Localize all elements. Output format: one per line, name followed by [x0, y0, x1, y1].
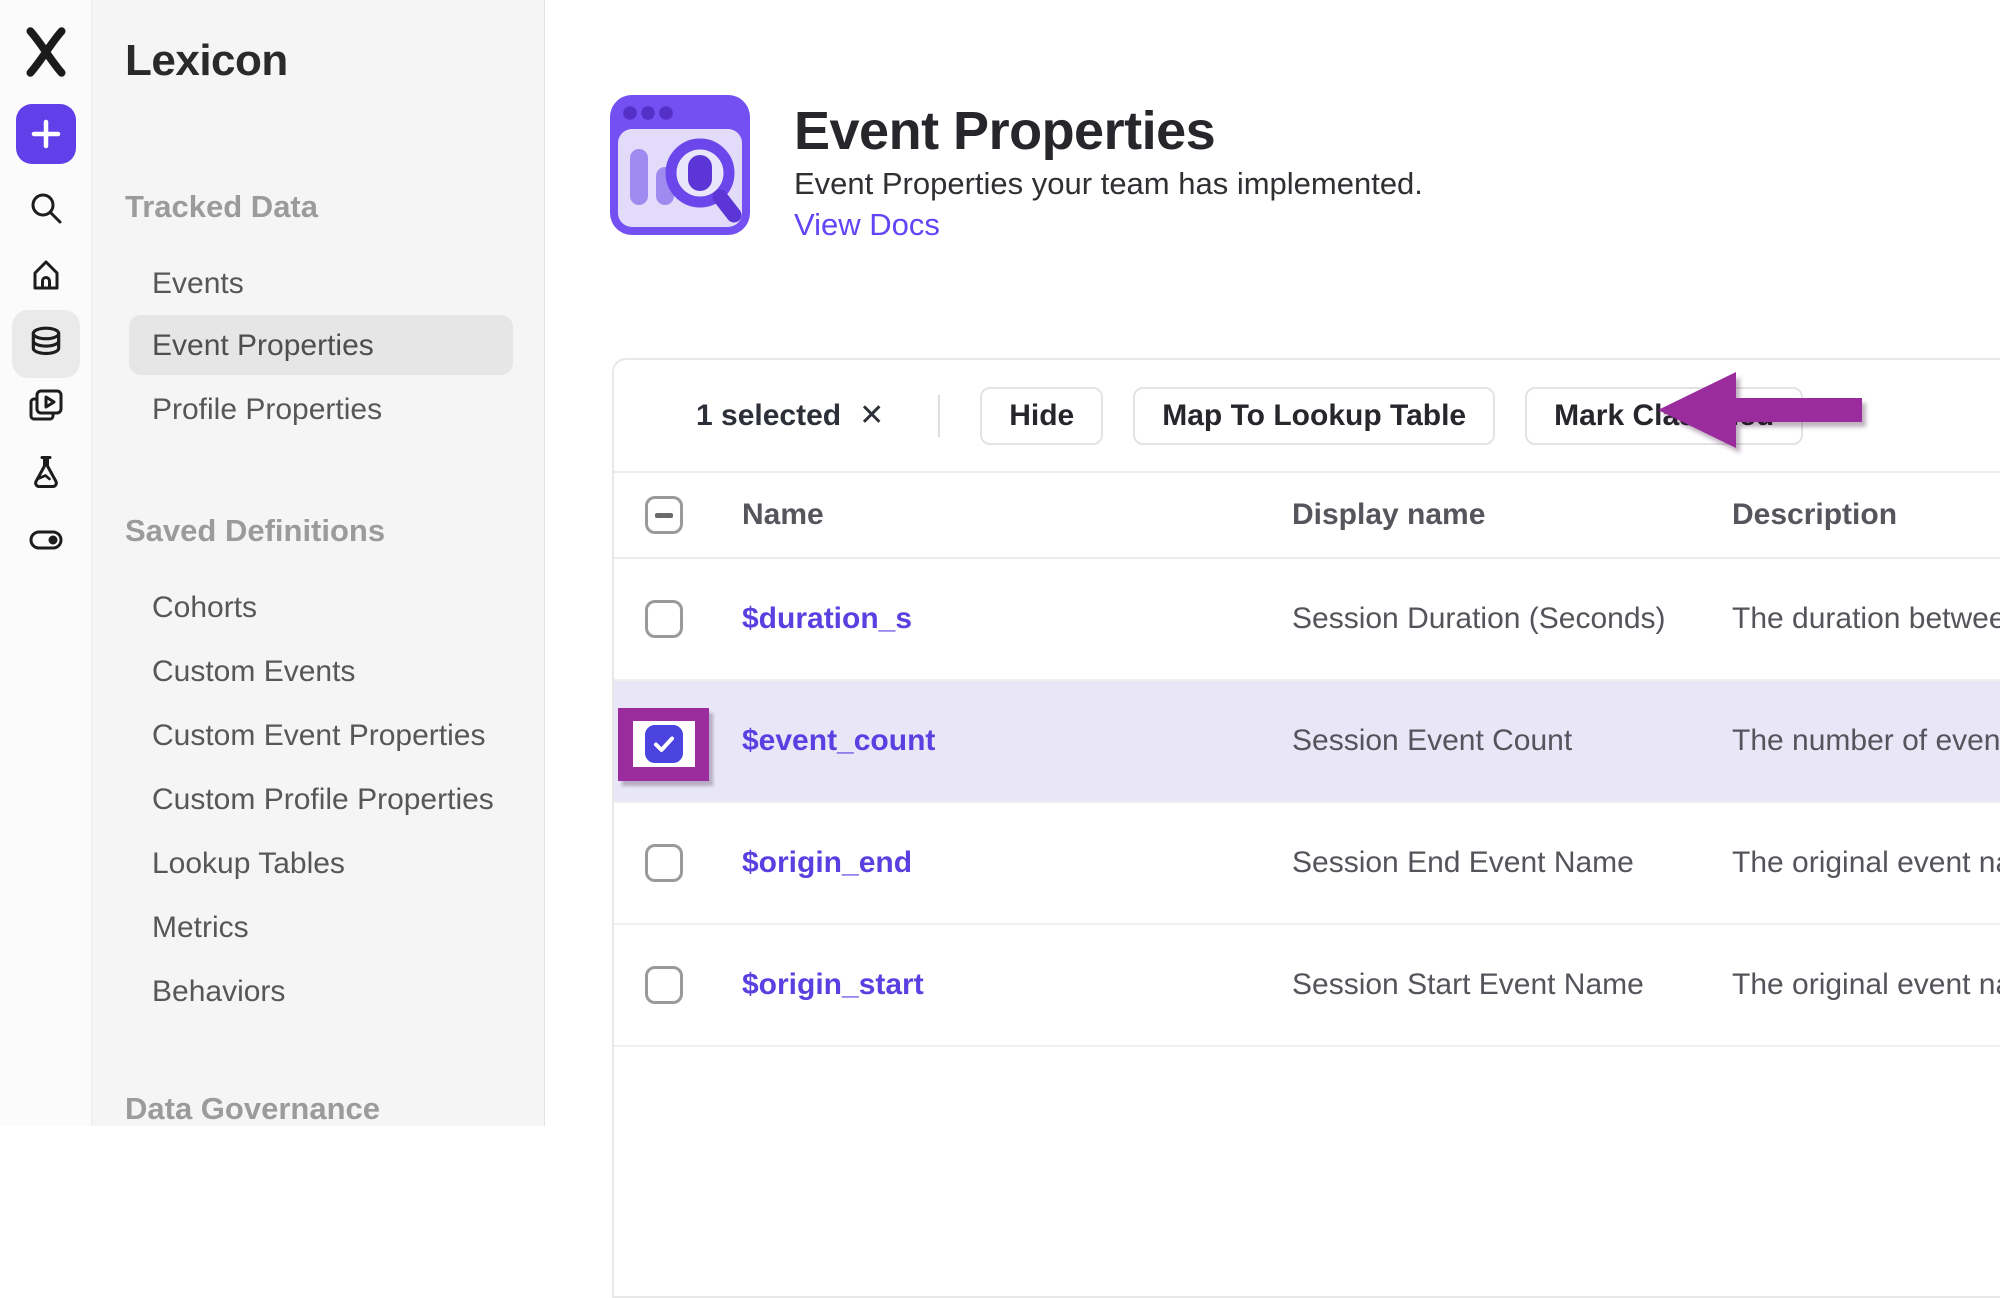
display-name-cell: Session Duration (Seconds): [1292, 602, 1732, 636]
page-subtitle: Event Properties your team has implement…: [794, 166, 1423, 202]
select-all-checkbox-indeterminate[interactable]: [645, 496, 683, 534]
annotation-box-inner: [633, 721, 695, 767]
search-icon[interactable]: [28, 190, 64, 226]
section-header-tracked-data: Tracked Data: [125, 189, 318, 225]
description-cell: The original event name: [1732, 968, 2000, 1002]
section-header-saved-definitions: Saved Definitions: [125, 513, 385, 549]
sidebar-item-metrics[interactable]: Metrics: [152, 911, 249, 945]
mark-classified-button[interactable]: Mark Classified: [1525, 387, 1803, 445]
property-name-link[interactable]: $event_count: [742, 724, 1292, 758]
selection-summary: 1 selected ✕: [696, 398, 884, 433]
event-properties-app-icon: [610, 95, 750, 235]
sidebar-item-profile-properties[interactable]: Profile Properties: [152, 393, 382, 427]
sidebar-item-custom-events[interactable]: Custom Events: [152, 655, 355, 689]
plus-icon: [31, 119, 61, 149]
row-checkbox[interactable]: [645, 966, 683, 1004]
sidebar-item-custom-profile-properties[interactable]: Custom Profile Properties: [152, 783, 494, 817]
property-name-link[interactable]: $origin_start: [742, 968, 1292, 1002]
description-cell: The duration between: [1732, 602, 2000, 636]
event-properties-table-card: 1 selected ✕ Hide Map To Lookup Table Ma…: [612, 358, 2000, 1298]
feature-toggle-icon[interactable]: [28, 522, 64, 558]
experiments-flask-icon[interactable]: [28, 454, 64, 490]
sidebar-title: Lexicon: [125, 36, 288, 86]
section-header-data-governance: Data Governance: [125, 1091, 380, 1127]
clear-selection-icon[interactable]: ✕: [859, 398, 884, 433]
sidebar-item-custom-event-properties[interactable]: Custom Event Properties: [152, 719, 485, 753]
table-row[interactable]: $duration_s Session Duration (Seconds) T…: [614, 559, 2000, 681]
create-plus-button[interactable]: [16, 104, 76, 164]
page-title: Event Properties: [794, 100, 1215, 162]
column-header-name[interactable]: Name: [742, 498, 1292, 532]
database-icon: [27, 325, 65, 363]
view-docs-link[interactable]: View Docs: [794, 207, 940, 243]
selection-toolbar: 1 selected ✕ Hide Map To Lookup Table Ma…: [614, 360, 2000, 473]
sidebar-item-behaviors[interactable]: Behaviors: [152, 975, 285, 1009]
hide-button[interactable]: Hide: [980, 387, 1103, 445]
table-row-selected[interactable]: $event_count Session Event Count The num…: [614, 681, 2000, 803]
display-name-cell: Session Start Event Name: [1292, 968, 1732, 1002]
sidebar-item-events[interactable]: Events: [152, 267, 244, 301]
description-cell: The number of events: [1732, 724, 2000, 758]
row-checkbox-checked[interactable]: [645, 725, 683, 763]
property-name-link[interactable]: $duration_s: [742, 602, 1292, 636]
display-name-cell: Session Event Count: [1292, 724, 1732, 758]
table-row[interactable]: $origin_end Session End Event Name The o…: [614, 803, 2000, 925]
sidebar-item-event-properties[interactable]: Event Properties: [129, 315, 513, 375]
toolbar-divider: [938, 395, 940, 437]
boards-icon[interactable]: [28, 388, 64, 424]
column-header-display-name[interactable]: Display name: [1292, 498, 1732, 532]
sidebar-item-label: Event Properties: [152, 329, 374, 363]
table-row[interactable]: $origin_start Session Start Event Name T…: [614, 925, 2000, 1047]
sidebar-item-cohorts[interactable]: Cohorts: [152, 591, 257, 625]
table-header-row: Name Display name Description: [614, 473, 2000, 559]
display-name-cell: Session End Event Name: [1292, 846, 1732, 880]
lexicon-sidebar: Lexicon Tracked Data Events Event Proper…: [92, 0, 545, 1126]
sidebar-item-lookup-tables[interactable]: Lookup Tables: [152, 847, 345, 881]
mixpanel-logo-icon[interactable]: [20, 26, 72, 78]
check-icon: [651, 731, 677, 757]
map-to-lookup-table-button[interactable]: Map To Lookup Table: [1133, 387, 1495, 445]
column-header-description[interactable]: Description: [1732, 498, 2000, 532]
annotation-highlight-box: [618, 708, 709, 781]
home-icon[interactable]: [28, 258, 64, 294]
icon-rail: [0, 0, 92, 1126]
property-name-link[interactable]: $origin_end: [742, 846, 1292, 880]
row-checkbox[interactable]: [645, 844, 683, 882]
row-checkbox[interactable]: [645, 600, 683, 638]
description-cell: The original event name: [1732, 846, 2000, 880]
data-definitions-nav-selected[interactable]: [12, 310, 80, 378]
selected-count: 1 selected: [696, 399, 841, 433]
